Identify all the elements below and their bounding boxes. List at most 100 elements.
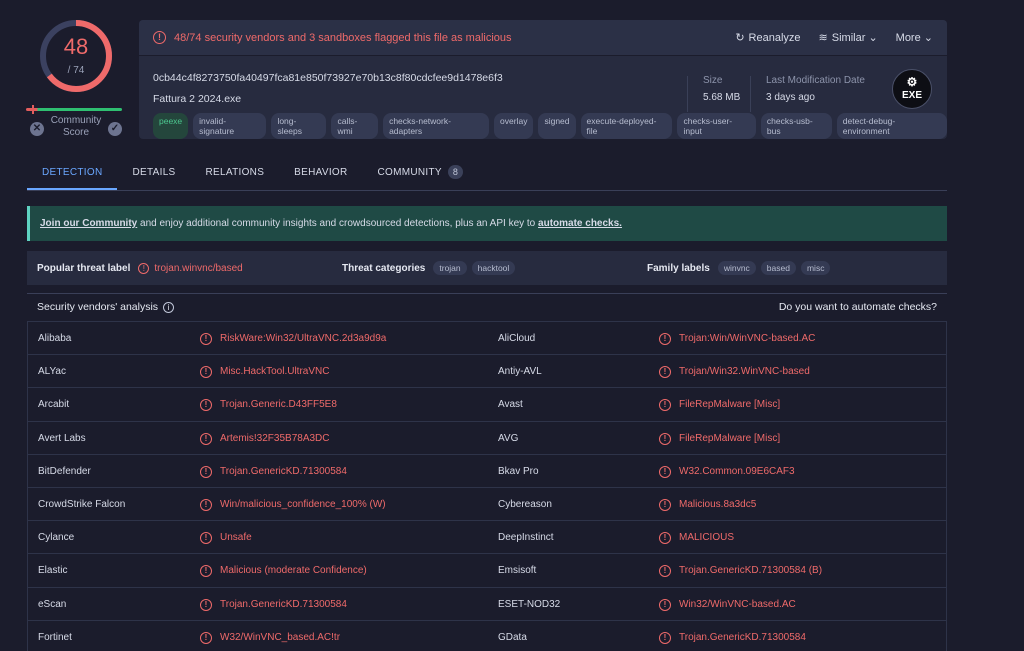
vendor-name: CrowdStrike Falcon [38,498,126,510]
community-score-bar [26,105,122,114]
reanalyze-label: Reanalyze [748,32,801,44]
vendor-name: Emsisoft [498,565,537,577]
similar-button[interactable]: ≋ Similar ⌄ [819,31,878,44]
alert-icon: ! [200,565,212,578]
file-tag[interactable]: overlay [494,113,534,139]
main-tabs: DETECTION DETAILS RELATIONS BEHAVIOR COMMUNI… [27,162,947,191]
threat-category-tag[interactable]: hacktool [471,261,516,275]
upvote-icon[interactable]: ✓ [108,122,122,136]
table-row: eScan! Trojan.GenericKD.71300584 ESET-NOD3… [28,588,946,621]
similar-icon: ≋ [818,32,828,44]
alert-icon: ! [659,399,671,412]
file-tag[interactable]: detect-debug-environment [836,113,947,139]
vendor-result: Trojan.Generic.D43FF5E8 [220,399,337,411]
vendor-name: ALYac [38,366,66,378]
vendors-table: Alibaba! RiskWare:Win32/UltraVNC.2d3a9d9a… [27,321,947,651]
vendor-name: AliCloud [498,333,536,344]
vendor-result: Trojan.GenericKD.71300584 [679,631,806,643]
vendor-result: FileRepMalware [Misc] [679,432,781,444]
tab-count-badge: 8 [447,165,464,179]
vendor-result: Unsafe [220,532,252,544]
chevron-down-icon: ⌄ [923,32,933,44]
malicious-icon: ! [200,598,212,611]
malicious-icon: ! [659,498,671,511]
tab-detection[interactable]: DETECTION [27,162,118,190]
vendor-result: Trojan:Win/WinVNC-based.AC [679,333,816,344]
lastmod-label: Last Modification Date [766,75,865,86]
threat-category-tag[interactable]: trojan [433,261,467,275]
malicious-icon: ! [200,432,212,445]
malicious-icon: ! [659,631,671,644]
last-modification: Last Modification Date 3 days ago [766,75,865,103]
vendor-name: Cybereason [498,498,552,510]
alert-icon: ! [200,399,212,412]
vendor-result: FileRepMalware [Misc] [679,399,781,411]
alert-icon: ! [200,366,212,379]
popular-label-value[interactable]: trojan.winvnc/based [154,263,242,274]
vendor-name: ESET-NOD32 [498,598,561,610]
alert-text: 48/74 security vendors and 3 sandboxes f… [174,31,512,44]
file-tag[interactable]: checks-network-adapters [383,113,490,139]
family-title: Family labels [647,262,710,274]
tab-details[interactable]: DETAILS [117,162,190,190]
alert-icon: ! [659,366,671,379]
downvote-icon[interactable]: ✕ [30,122,44,136]
tab-label: RELATIONS [205,167,265,178]
score-detected: 48 [63,34,89,59]
table-row: Alibaba! RiskWare:Win32/UltraVNC.2d3a9d9a… [28,322,946,356]
table-row: CrowdStrike Falcon! Win/malicious_confide… [28,488,946,522]
alert-icon: ! [200,333,212,345]
vendor-result: Malicious (moderate Confidence) [220,565,367,577]
file-hash[interactable]: 0cb44c4f8273750fa40497fca81e850f73927e70… [153,72,503,84]
file-tag[interactable]: invalid-signature [193,113,267,139]
vendor-result: Trojan.GenericKD.71300584 [220,465,347,477]
tab-label: COMMUNITY [377,167,442,178]
alert-icon: ! [659,565,671,578]
alert-icon: ! [200,498,212,511]
malicious-icon: ! [200,366,212,379]
info-icon[interactable]: i [163,301,175,313]
family-label-tag[interactable]: misc [800,261,831,275]
similar-label: Similar [831,32,866,44]
table-row: Elastic! Malicious (moderate Confidence) E… [28,554,946,588]
malicious-icon: ! [200,399,212,412]
vendors-header: Security vendors' analysis i Do you want … [27,293,947,319]
automate-checks-link[interactable]: automate checks. [538,218,622,229]
vendor-name: BitDefender [38,465,91,477]
tab-label: DETAILS [132,167,176,178]
file-tags: peexe invalid-signature long-sleeps calls-w… [153,113,947,139]
file-summary-card: ! 48/74 security vendors and 3 sandboxes… [139,20,947,139]
size-value: 5.68 MB [703,92,741,103]
more-label: More [895,32,921,44]
file-tag[interactable]: execute-deployed-file [580,113,673,139]
alert-icon: ! [659,465,671,478]
chevron-down-icon: ⌄ [868,32,878,44]
alert-icon: ! [200,631,212,644]
file-tag[interactable]: peexe [153,113,189,139]
file-tag[interactable]: long-sleeps [271,113,327,139]
file-tag[interactable]: checks-usb-bus [760,113,832,139]
family-label-tag[interactable]: based [760,261,796,275]
file-tag[interactable]: calls-wmi [331,113,379,139]
file-tag[interactable]: signed [538,113,576,139]
alert-icon: ! [659,333,671,345]
more-button[interactable]: More ⌄ [896,31,933,44]
vendors-title: Security vendors' analysis [37,300,159,313]
file-tag[interactable]: checks-user-input [677,113,756,139]
vendor-result: Malicious.8a3dc5 [679,498,757,510]
size-label: Size [703,75,723,86]
alert-icon: ! [200,465,212,478]
vendor-result: Win/malicious_confidence_100% (W) [220,498,386,510]
vendor-result: Trojan.GenericKD.71300584 (B) [679,565,823,577]
join-community-link[interactable]: Join our Community [40,218,137,229]
automate-checks-link[interactable]: Do you want to automate checks? [779,301,937,313]
tab-community[interactable]: COMMUNITY 8 [363,162,479,190]
vendor-result: Trojan.GenericKD.71300584 [220,598,347,610]
family-label-tag[interactable]: winvnc [717,261,756,275]
tab-relations[interactable]: RELATIONS [191,162,280,190]
vendor-result: MALICIOUS [679,532,735,544]
community-score-label: Community Score [50,115,102,138]
vendor-result: Artemis!32F35B78A3DC [220,432,330,444]
reanalyze-button[interactable]: ↻ Reanalyze [735,31,800,44]
tab-behavior[interactable]: BEHAVIOR [279,162,362,190]
